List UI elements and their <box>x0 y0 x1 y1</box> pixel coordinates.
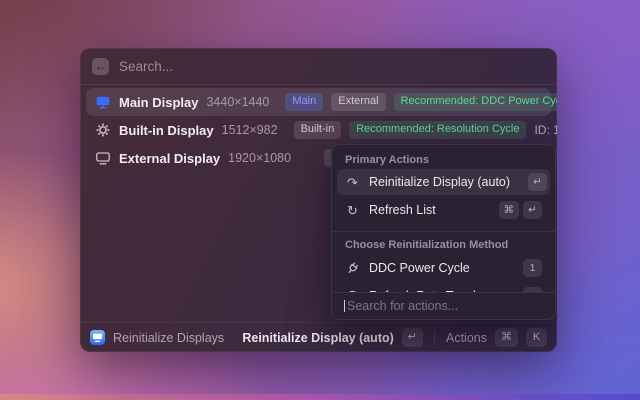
key-command: ⌘ <box>499 201 520 219</box>
key-enter: ↵ <box>523 201 542 219</box>
app-icon <box>90 330 105 345</box>
section-header-primary-actions: Primary Actions <box>345 154 429 166</box>
display-resolution: 1512×982 <box>222 123 278 137</box>
action-panel: Primary Actions ↷ Reinitialize Display (… <box>331 144 556 320</box>
display-icon <box>94 150 111 166</box>
statusbar-divider <box>434 331 435 345</box>
text-cursor <box>344 300 345 312</box>
search-bar: ← Search... <box>80 48 557 84</box>
list-item-builtin-display[interactable]: Built-in Display 1512×982 Built-in Recom… <box>86 116 551 144</box>
badge-recommended: Recommended: DDC Power Cycle <box>394 93 557 111</box>
actions-button[interactable]: Actions <box>446 331 487 345</box>
action-label: DDC Power Cycle <box>369 261 470 275</box>
key-enter: ↵ <box>402 328 423 346</box>
badge-connection: External <box>331 93 385 111</box>
search-input[interactable]: Search... <box>119 59 173 74</box>
redo-arrow-icon: ↷ <box>345 176 360 189</box>
action-label: Refresh List <box>369 203 436 217</box>
key-enter: ↵ <box>528 173 547 191</box>
back-button[interactable]: ← <box>92 58 109 75</box>
display-title: Built-in Display <box>119 123 214 138</box>
refresh-icon: ↻ <box>345 204 360 217</box>
primary-action-button[interactable]: Reinitialize Display (auto) <box>242 331 393 345</box>
section-divider <box>332 231 555 232</box>
action-search-placeholder: Search for actions... <box>347 299 458 313</box>
action-search-field[interactable]: Search for actions... <box>332 292 555 319</box>
display-id: ID: 1 <box>534 123 557 137</box>
action-refresh-list[interactable]: ↻ Refresh List ⌘ ↵ <box>337 197 550 223</box>
key-1: 1 <box>523 259 542 277</box>
wallpaper-bottom-strip <box>0 394 640 400</box>
app-name: Reinitialize Displays <box>113 331 224 345</box>
display-icon <box>94 94 111 110</box>
desktop-background: ← Search... Main Display 3440×1440 Main <box>0 0 640 400</box>
display-resolution: 1920×1080 <box>228 151 291 165</box>
launcher-window: ← Search... Main Display 3440×1440 Main <box>80 48 557 352</box>
status-bar: Reinitialize Displays Reinitialize Displ… <box>80 322 557 352</box>
gear-icon <box>94 122 111 138</box>
list-item-main-display[interactable]: Main Display 3440×1440 Main External Rec… <box>86 88 551 116</box>
badge-main: Main <box>285 93 323 111</box>
badge-recommended: Recommended: Resolution Cycle <box>349 121 526 139</box>
display-title: Main Display <box>119 95 198 110</box>
action-reinitialize-display-auto[interactable]: ↷ Reinitialize Display (auto) ↵ <box>337 169 550 195</box>
section-header-choose-method: Choose Reinitialization Method <box>345 239 508 251</box>
display-title: External Display <box>119 151 220 166</box>
key-k: K <box>526 328 547 346</box>
display-resolution: 3440×1440 <box>206 95 269 109</box>
key-command: ⌘ <box>495 328 518 346</box>
back-icon: ← <box>95 60 107 72</box>
badge-connection: Built-in <box>294 121 342 139</box>
plug-icon <box>345 261 360 276</box>
action-label: Reinitialize Display (auto) <box>369 175 510 189</box>
action-ddc-power-cycle[interactable]: DDC Power Cycle 1 <box>337 255 550 281</box>
